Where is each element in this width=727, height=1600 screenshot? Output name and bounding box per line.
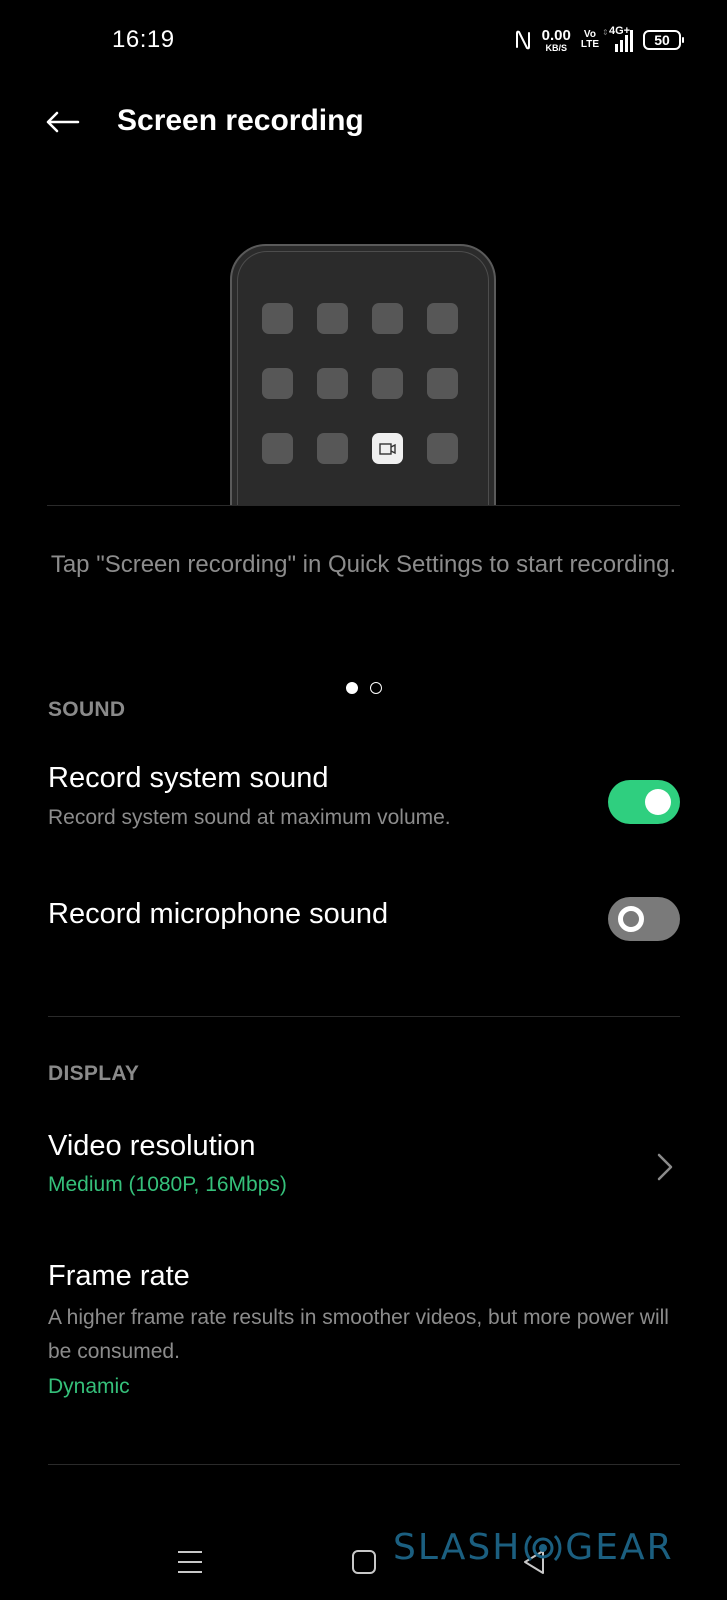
section-divider bbox=[48, 1464, 680, 1465]
volte-icon: Vo LTE bbox=[581, 30, 599, 50]
quick-settings-tile bbox=[427, 433, 458, 464]
quick-settings-tile bbox=[317, 368, 348, 399]
status-time: 16:19 bbox=[112, 26, 175, 53]
net-speed-value: 0.00 bbox=[541, 26, 571, 44]
signal-bar bbox=[630, 30, 633, 52]
illustration-carousel[interactable] bbox=[47, 238, 680, 506]
setting-subtitle: Record system sound at maximum volume. bbox=[48, 806, 451, 829]
section-label-sound: SOUND bbox=[48, 698, 126, 721]
section-divider bbox=[48, 1016, 680, 1017]
status-bar: 16:19 0.00 KB/S Vo LTE ⇕ 4G+ 50 bbox=[0, 0, 727, 80]
home-icon bbox=[352, 1550, 376, 1574]
volte-bottom: LTE bbox=[580, 39, 599, 50]
instruction-caption: Tap "Screen recording" in Quick Settings… bbox=[50, 551, 677, 578]
home-button[interactable] bbox=[340, 1542, 388, 1582]
net-speed-unit: KB/S bbox=[545, 42, 567, 53]
battery-level: 50 bbox=[654, 32, 670, 48]
quick-settings-tile bbox=[372, 368, 403, 399]
menu-icon bbox=[178, 1551, 202, 1573]
signal-bar bbox=[615, 44, 618, 52]
data-arrows-icon: ⇕ bbox=[602, 28, 609, 37]
quick-settings-tile bbox=[262, 433, 293, 464]
screen-record-tile bbox=[372, 433, 403, 464]
screen-record-icon bbox=[378, 442, 396, 455]
page-title: Screen recording bbox=[117, 104, 364, 137]
pager-dot-active[interactable] bbox=[345, 682, 358, 694]
net-speed: 0.00 KB/S bbox=[542, 28, 571, 53]
setting-value: Medium (1080P, 16Mbps) bbox=[48, 1173, 287, 1196]
chevron-right-icon bbox=[657, 1153, 673, 1181]
signal-bar bbox=[625, 35, 628, 52]
watermark-right: GEAR bbox=[565, 1527, 674, 1568]
pager-dot[interactable] bbox=[369, 682, 382, 694]
broadcast-icon bbox=[524, 1534, 562, 1561]
setting-subtitle: A higher frame rate results in smoother … bbox=[48, 1306, 669, 1363]
quick-settings-tile bbox=[317, 433, 348, 464]
system-sound-toggle[interactable] bbox=[608, 780, 680, 824]
setting-record-microphone-sound[interactable]: Record microphone sound bbox=[48, 897, 680, 958]
app-bar: Screen recording bbox=[0, 92, 727, 152]
nfc-icon bbox=[515, 30, 530, 50]
status-icons: 0.00 KB/S Vo LTE ⇕ 4G+ 50 bbox=[514, 25, 684, 54]
setting-frame-rate[interactable]: Frame rate A higher frame rate results i… bbox=[48, 1260, 680, 1410]
toggle-knob bbox=[618, 906, 644, 932]
network-type: 4G+ bbox=[609, 25, 631, 37]
signal-icon: ⇕ 4G+ bbox=[602, 25, 633, 52]
setting-video-resolution[interactable]: Video resolution Medium (1080P, 16Mbps) bbox=[48, 1130, 680, 1210]
quick-settings-tile bbox=[317, 303, 348, 334]
setting-record-system-sound[interactable]: Record system sound Record system sound … bbox=[48, 762, 680, 852]
watermark-left: SLASH bbox=[393, 1527, 522, 1568]
signal-bar bbox=[620, 40, 623, 52]
quick-settings-tile bbox=[427, 368, 458, 399]
arrow-left-icon bbox=[46, 111, 80, 133]
watermark-logo: SLASH GEAR bbox=[393, 1527, 674, 1568]
section-label-display: DISPLAY bbox=[48, 1062, 140, 1085]
setting-value: Dynamic bbox=[48, 1375, 130, 1398]
setting-title: Record system sound bbox=[48, 762, 329, 794]
battery-icon: 50 bbox=[643, 30, 684, 50]
toggle-knob bbox=[645, 789, 671, 815]
setting-title: Record microphone sound bbox=[48, 898, 389, 930]
phone-illustration bbox=[230, 244, 496, 505]
quick-settings-tile bbox=[427, 303, 458, 334]
recents-button[interactable] bbox=[166, 1542, 214, 1582]
setting-title: Video resolution bbox=[48, 1130, 256, 1162]
microphone-sound-toggle[interactable] bbox=[608, 897, 680, 941]
quick-settings-tile bbox=[262, 368, 293, 399]
back-button[interactable] bbox=[40, 102, 84, 142]
setting-title: Frame rate bbox=[48, 1260, 190, 1292]
quick-settings-tile bbox=[262, 303, 293, 334]
carousel-pager bbox=[0, 682, 727, 694]
quick-settings-tile bbox=[372, 303, 403, 334]
